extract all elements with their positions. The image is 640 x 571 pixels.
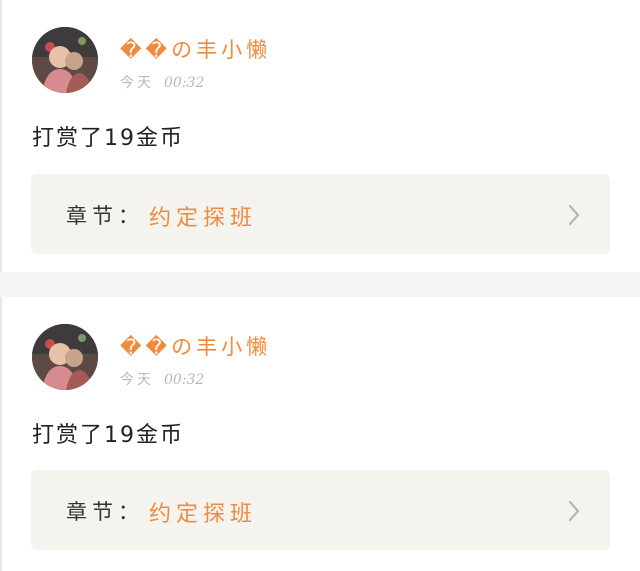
reward-text: 打赏了19金币: [32, 126, 184, 151]
timestamp-time: 00:32: [164, 372, 205, 388]
timestamp-time: 00:32: [164, 75, 205, 91]
chevron-right-icon: [568, 500, 580, 522]
timestamp-day: 今天: [120, 372, 154, 388]
card-edge: [0, 297, 2, 571]
chapter-link[interactable]: 章节： 约定探班: [31, 470, 610, 550]
avatar[interactable]: [32, 27, 98, 93]
chevron-right-icon: [568, 204, 580, 226]
timestamp: 今天 00:32: [120, 72, 204, 92]
chapter-label: 章节：: [66, 500, 144, 524]
reward-record-card: ��の丰小懒 今天 00:32 打赏了19金币 章节： 约定探班: [0, 297, 640, 571]
reward-text: 打赏了19金币: [32, 423, 184, 448]
timestamp-day: 今天: [120, 75, 154, 91]
section-divider: [0, 272, 640, 297]
timestamp: 今天 00:32: [120, 369, 204, 389]
username[interactable]: ��の丰小懒: [120, 331, 271, 361]
chapter-link[interactable]: 章节： 约定探班: [31, 174, 610, 254]
chapter-label: 章节：: [66, 204, 144, 228]
avatar[interactable]: [32, 324, 98, 390]
card-edge: [0, 0, 2, 272]
reward-record-card: ��の丰小懒 今天 00:32 打赏了19金币 章节： 约定探班: [0, 0, 640, 272]
chapter-title: 约定探班: [149, 206, 258, 231]
chapter-title: 约定探班: [149, 502, 258, 527]
username[interactable]: ��の丰小懒: [120, 34, 271, 64]
